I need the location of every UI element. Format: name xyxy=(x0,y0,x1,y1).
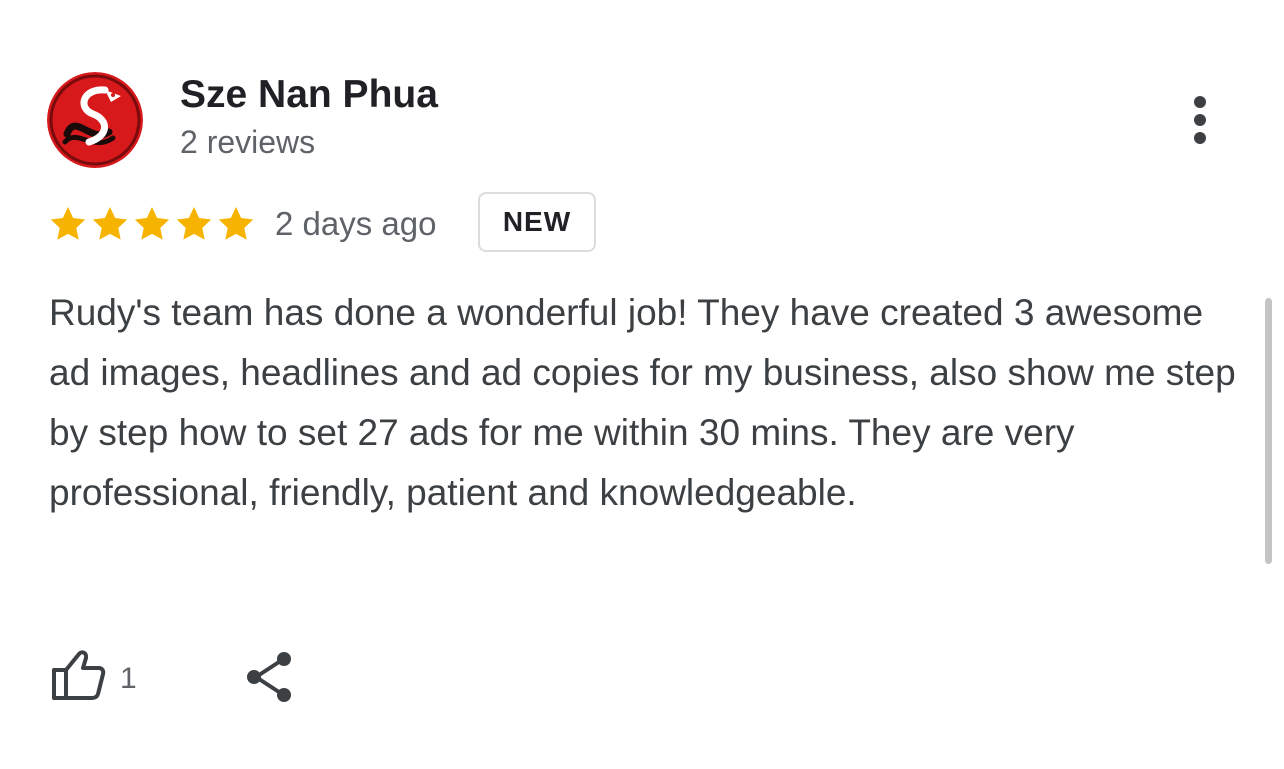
share-button[interactable] xyxy=(240,648,300,708)
share-icon xyxy=(247,652,291,702)
review-text: Rudy's team has done a wonderful job! Th… xyxy=(49,292,1236,513)
more-vert-icon xyxy=(1194,96,1206,108)
scrollbar[interactable] xyxy=(1265,298,1272,564)
star-icon xyxy=(131,204,173,244)
star-rating xyxy=(47,204,257,244)
more-vert-icon-dot xyxy=(1194,132,1206,144)
star-icon xyxy=(47,204,89,244)
new-badge: NEW xyxy=(478,192,596,252)
more-vert-icon-dot xyxy=(1194,114,1206,126)
red-dragon-logo-icon xyxy=(47,72,143,168)
review-date: 2 days ago xyxy=(275,205,437,242)
review-card: Sze Nan Phua 2 reviews 2 days ago NEW Ru… xyxy=(0,0,1284,769)
like-count: 1 xyxy=(120,662,137,695)
like-button[interactable]: 1 xyxy=(47,644,157,706)
star-icon xyxy=(215,204,257,244)
star-icon xyxy=(89,204,131,244)
reviewer-review-count: 2 reviews xyxy=(180,124,316,160)
reviewer-name[interactable]: Sze Nan Phua xyxy=(180,73,438,117)
rating-row: 2 days ago NEW xyxy=(47,190,747,258)
reviewer-avatar[interactable] xyxy=(47,72,143,168)
thumbs-up-icon xyxy=(52,650,106,700)
more-options-button[interactable] xyxy=(1175,90,1225,150)
star-icon xyxy=(173,204,215,244)
